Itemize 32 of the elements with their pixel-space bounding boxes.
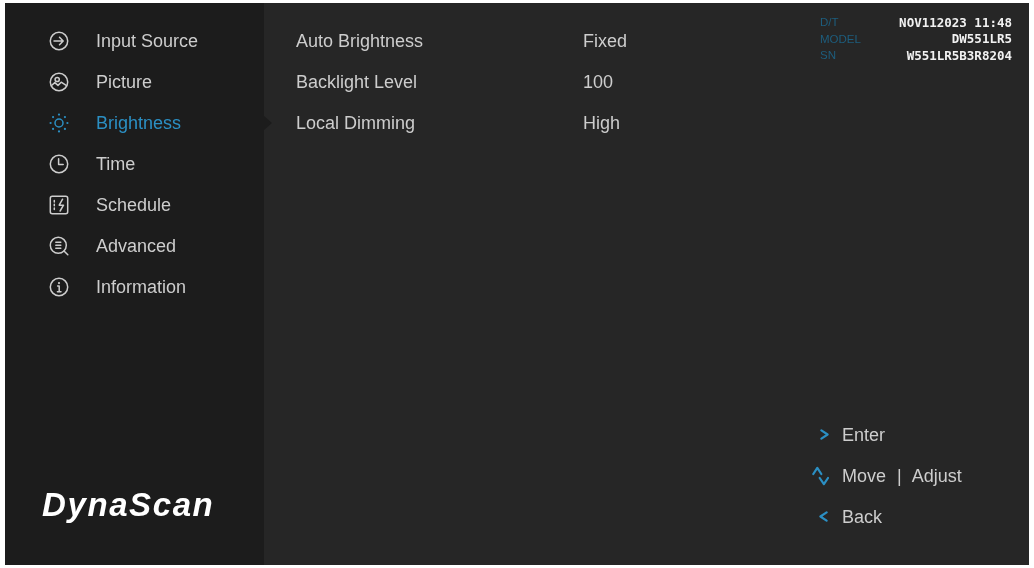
info-label: D/T [820,15,839,30]
setting-label[interactable]: Backlight Level [296,70,583,93]
sidebar-item[interactable]: Information [49,275,187,298]
sidebar-item[interactable]: Advanced [49,234,177,257]
setting-value: 100 [583,70,614,93]
setting-label[interactable]: Auto Brightness [296,29,583,52]
sidebar-item[interactable]: Picture [49,70,153,93]
clock-icon [49,153,69,174]
sidebar-item[interactable]: Schedule [49,193,172,216]
image-icon [49,71,69,92]
sidebar-item[interactable]: Brightness [49,111,182,134]
setting-value: High [583,111,621,134]
sidebar-item[interactable]: Time [49,152,136,175]
chevron-right-icon [820,429,829,440]
info-value: NOV112023 11:48 [899,14,1012,30]
info-value: DW551LR5 [951,31,1012,47]
lightning-square-icon [49,194,69,215]
key-hint-label: Back [842,505,883,528]
info-label: MODEL [820,31,861,46]
magnifier-list-icon [49,235,69,256]
info-icon [49,276,69,297]
key-hint-label: Enter [842,423,886,446]
chevron-left-icon [819,511,828,522]
setting-value: Fixed [583,29,627,52]
info-label: SN [820,48,836,63]
key-hint-label: Move | Adjust [842,464,962,487]
sun-icon [49,112,69,133]
brand-logo: DynaScan [42,486,215,524]
sidebar-item[interactable]: Input Source [49,29,199,52]
up-down-chevron-icon [812,465,829,486]
info-value: W551LR5B3R8204 [906,47,1012,63]
setting-label[interactable]: Local Dimming [296,111,583,134]
